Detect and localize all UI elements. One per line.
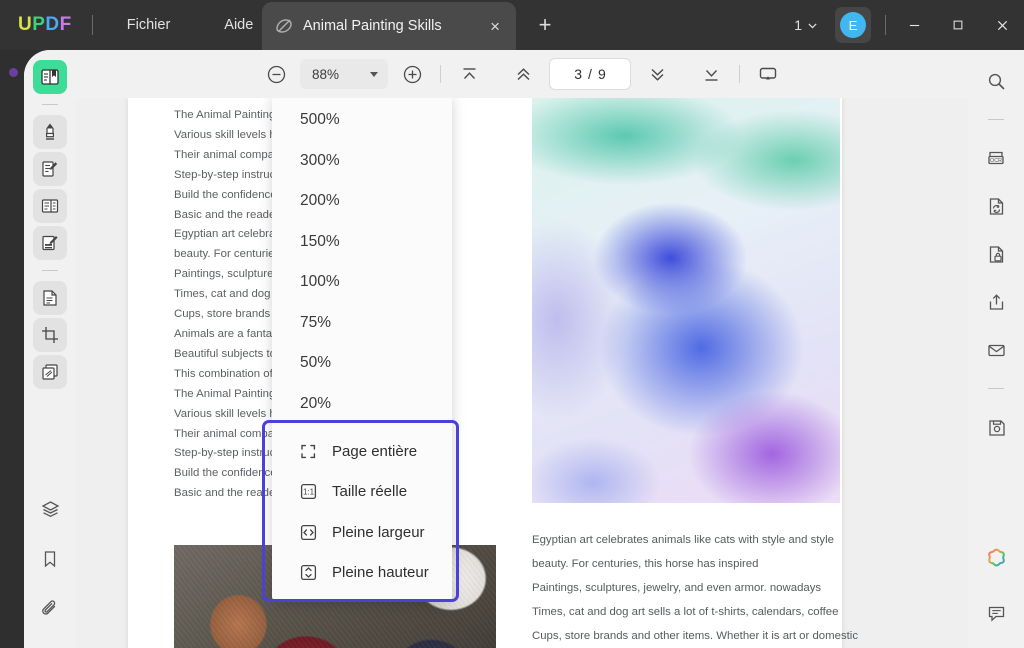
menu-aide[interactable]: Aide (210, 11, 267, 39)
status-dot (9, 68, 18, 77)
sidebar-highlight[interactable] (33, 115, 67, 149)
fit-option-pleine-largeur[interactable]: Pleine largeur (272, 512, 452, 553)
minimize-button[interactable] (892, 0, 936, 50)
last-page-button[interactable] (695, 58, 727, 90)
svg-text:1:1: 1:1 (303, 488, 315, 497)
watercolor-painting-image (532, 98, 840, 503)
zoom-out-button[interactable] (260, 58, 292, 90)
total-pages-value: 9 (598, 66, 606, 82)
avatar: E (840, 12, 866, 38)
pdf-page: The Animal Painting Skills teaches peopl… (128, 98, 842, 648)
sidebar-page-tools[interactable] (33, 281, 67, 315)
view-toolbar: 88% 3 / 9 (76, 50, 968, 98)
right-convert[interactable] (979, 189, 1013, 223)
first-page-button[interactable] (453, 58, 485, 90)
zoom-level-select[interactable]: 88% (300, 59, 388, 89)
sidebar-form[interactable] (33, 226, 67, 260)
doc-paragraph-line: Paintings, sculptures, jewelry, and even… (532, 576, 844, 600)
sidebar-edit-pdf[interactable] (33, 152, 67, 186)
right-tool-rail: OCR (968, 50, 1024, 648)
zoom-dropdown-fit-group: Page entière 1:1 Taille réelle (272, 98, 452, 602)
sidebar-reader[interactable] (33, 60, 67, 94)
fit-option-label: Pleine largeur (332, 524, 425, 541)
fit-option-label: Taille réelle (332, 483, 407, 500)
toolbar-divider-2 (739, 65, 740, 83)
sidebar-stamp[interactable] (33, 355, 67, 389)
window-controls-group: 1 E (787, 0, 1024, 50)
svg-text:OCR: OCR (990, 158, 1002, 164)
page-separator: / (588, 66, 592, 82)
zoom-in-button[interactable] (396, 58, 428, 90)
updf-logo: U P D F (18, 14, 72, 36)
updf-window: U P D F Fichier Aide Animal Painting Ski… (0, 0, 1024, 648)
menu-fichier[interactable]: Fichier (113, 11, 185, 39)
toolbar-divider-1 (440, 65, 441, 83)
doc-paragraph-line: beauty. For centuries, this horse has in… (532, 552, 844, 576)
right-ocr[interactable]: OCR (979, 141, 1013, 175)
titlebar-divider (92, 15, 93, 35)
right-save-as[interactable] (979, 410, 1013, 444)
fit-option-taille-reelle[interactable]: 1:1 Taille réelle (272, 472, 452, 513)
right-search[interactable] (979, 64, 1013, 98)
logo-letter-u: U (18, 14, 32, 36)
chevron-down-icon (807, 20, 818, 31)
right-protect[interactable] (979, 237, 1013, 271)
fit-height-icon (299, 563, 318, 582)
actual-size-icon: 1:1 (299, 482, 318, 501)
fit-option-page-entiere[interactable]: Page entière (272, 431, 452, 472)
sidebar-organize-pages[interactable] (33, 189, 67, 223)
presentation-button[interactable] (752, 58, 784, 90)
doc-paragraph-line: Egyptian art celebrates animals like cat… (532, 528, 844, 552)
right-rail-divider-2 (988, 388, 1004, 389)
current-page-value: 3 (574, 66, 582, 82)
fit-page-icon (299, 442, 318, 461)
zoom-level-value: 88% (312, 67, 339, 82)
page-indicator[interactable]: 3 / 9 (549, 58, 631, 90)
right-share[interactable] (979, 285, 1013, 319)
right-comments[interactable] (979, 596, 1013, 630)
chevron-down-icon (370, 72, 378, 77)
right-ai-assistant[interactable] (979, 540, 1013, 574)
left-tool-rail (24, 50, 76, 648)
close-window-button[interactable] (980, 0, 1024, 50)
tab-title: Animal Painting Skills (303, 18, 477, 34)
left-dark-strip (0, 50, 24, 648)
sidebar-bookmark[interactable] (33, 542, 67, 576)
next-page-button[interactable] (641, 58, 673, 90)
fit-option-pleine-hauteur[interactable]: Pleine hauteur (272, 553, 452, 594)
sidebar-crop[interactable] (33, 318, 67, 352)
rail-divider-1 (42, 104, 58, 105)
window-count-value: 1 (794, 17, 802, 33)
avatar-container[interactable]: E (835, 7, 871, 43)
logo-letter-p: P (32, 14, 45, 36)
window-controls-divider (885, 15, 886, 35)
tab-close-button[interactable]: × (486, 15, 504, 38)
fit-option-label: Pleine hauteur (332, 564, 429, 581)
right-email[interactable] (979, 333, 1013, 367)
new-tab-button[interactable]: + (530, 10, 560, 40)
left-rail-bottom-group (33, 492, 67, 648)
window-count-dropdown[interactable]: 1 (787, 12, 825, 38)
doc-paragraph-line: Times, cat and dog art sells a lot of t-… (532, 600, 844, 624)
doc-paragraph-line: Cups, store brands and other items. Whet… (532, 624, 844, 648)
title-bar: U P D F Fichier Aide Animal Painting Ski… (0, 0, 1024, 50)
sidebar-layers[interactable] (33, 492, 67, 526)
maximize-button[interactable] (936, 0, 980, 50)
rail-divider-2 (42, 270, 58, 271)
fit-option-label: Page entière (332, 443, 417, 460)
right-rail-bottom-group (979, 540, 1013, 648)
right-rail-divider (988, 119, 1004, 120)
document-tab[interactable]: Animal Painting Skills × (262, 2, 516, 50)
updf-doc-icon (274, 16, 294, 36)
previous-page-button[interactable] (507, 58, 539, 90)
document-canvas[interactable]: The Animal Painting Skills teaches peopl… (76, 98, 968, 648)
logo-letter-d: D (45, 14, 59, 36)
logo-letter-f: F (60, 14, 72, 36)
fit-width-icon (299, 523, 318, 542)
document-right-paragraph: Egyptian art celebrates animals like cat… (532, 528, 844, 648)
sidebar-attachment[interactable] (33, 592, 67, 626)
